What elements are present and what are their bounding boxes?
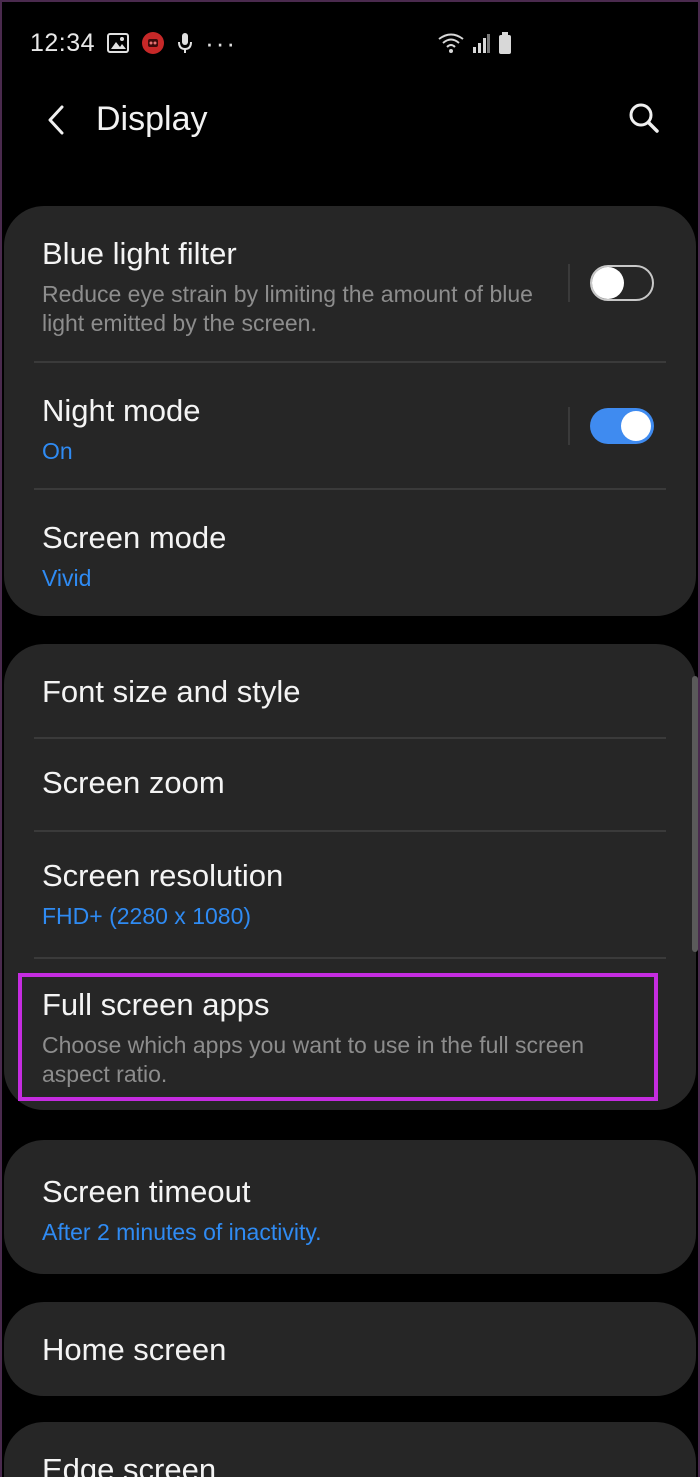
settings-card-edge: Edge screen (4, 1422, 696, 1477)
mic-icon (177, 31, 193, 55)
back-button[interactable] (36, 100, 76, 144)
edge-screen-title: Edge screen (42, 1452, 217, 1477)
page-title: Display (96, 100, 208, 138)
scrollbar[interactable] (692, 676, 698, 952)
screen-timeout-title: Screen timeout (42, 1174, 251, 1209)
settings-card-timeout: Screen timeout After 2 minutes of inacti… (4, 1140, 696, 1274)
toggle-knob (621, 411, 651, 441)
search-button[interactable] (622, 98, 666, 142)
status-bar: 12:34 ··· (30, 22, 670, 64)
blue-light-filter-row[interactable]: Blue light filter Reduce eye strain by l… (4, 206, 696, 362)
screen-resolution-row[interactable]: Screen resolution FHD+ (2280 x 1080) (4, 832, 696, 958)
more-dots-icon: ··· (205, 27, 238, 58)
toggle-knob (592, 267, 624, 299)
screen-zoom-title: Screen zoom (42, 765, 225, 800)
status-time: 12:34 (30, 28, 96, 57)
screen-resolution-value: FHD+ (2280 x 1080) (42, 903, 252, 929)
screen-mode-title: Screen mode (42, 520, 227, 555)
screen-timeout-value: After 2 minutes of inactivity. (42, 1219, 322, 1245)
signal-icon (472, 33, 490, 53)
wifi-icon (438, 33, 464, 53)
settings-card-home: Home screen (4, 1302, 696, 1396)
gallery-icon (107, 33, 130, 53)
status-icons-right (438, 32, 512, 54)
settings-card-display-basics: Blue light filter Reduce eye strain by l… (4, 206, 696, 616)
notification-app-icon (141, 31, 165, 55)
screen-mode-value: Vivid (42, 565, 92, 591)
night-mode-toggle[interactable] (590, 408, 654, 444)
app-header: Display (0, 92, 700, 152)
edge-screen-row[interactable]: Edge screen (4, 1422, 696, 1477)
settings-card-screen-options: Font size and style Screen zoom Screen r… (4, 644, 696, 1110)
screen-mode-row[interactable]: Screen mode Vivid (4, 490, 696, 616)
full-screen-apps-row[interactable]: Full screen apps Choose which apps you w… (4, 959, 696, 1110)
screen-zoom-row[interactable]: Screen zoom (4, 739, 696, 831)
screen-resolution-title: Screen resolution (42, 858, 284, 893)
battery-icon (498, 32, 512, 54)
night-mode-row[interactable]: Night mode On (4, 363, 696, 489)
night-mode-status: On (42, 438, 73, 464)
search-icon (628, 102, 660, 139)
blue-light-filter-title: Blue light filter (42, 236, 237, 271)
toggle-separator (568, 407, 570, 445)
home-screen-title: Home screen (42, 1332, 227, 1367)
full-screen-apps-description: Choose which apps you want to use in the… (42, 1032, 585, 1087)
toggle-separator (568, 264, 570, 302)
home-screen-row[interactable]: Home screen (4, 1302, 696, 1396)
back-arrow-icon (44, 104, 68, 141)
night-mode-title: Night mode (42, 393, 201, 428)
full-screen-apps-title: Full screen apps (42, 987, 270, 1022)
font-size-style-title: Font size and style (42, 674, 301, 709)
font-size-style-row[interactable]: Font size and style (4, 644, 696, 738)
blue-light-filter-toggle[interactable] (590, 265, 654, 301)
screen-timeout-row[interactable]: Screen timeout After 2 minutes of inacti… (4, 1140, 696, 1274)
status-icons-left: ··· (107, 28, 237, 59)
blue-light-filter-description: Reduce eye strain by limiting the amount… (42, 281, 533, 336)
